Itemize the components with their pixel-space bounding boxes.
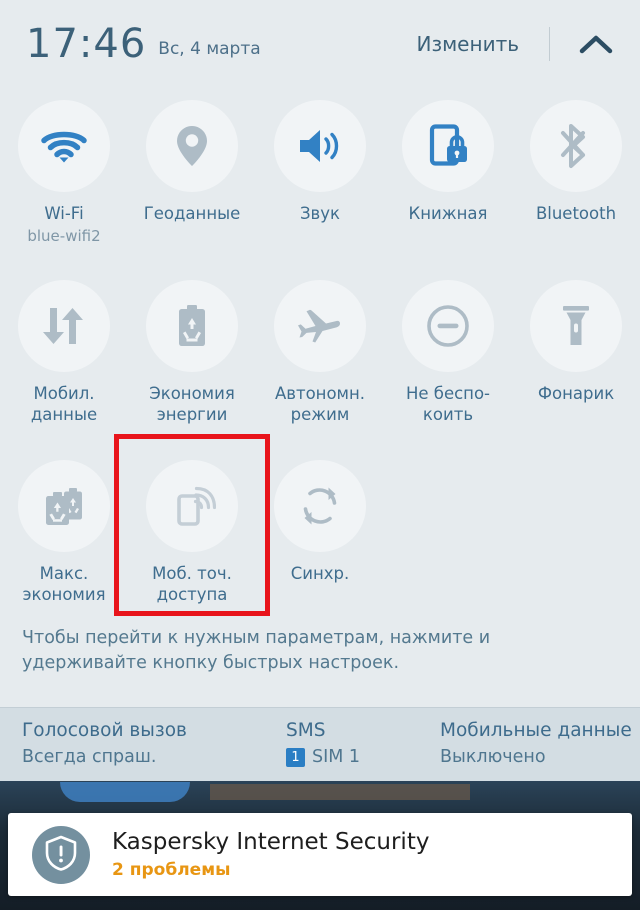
location-pin-icon (172, 122, 212, 170)
tile-label: Автономн. режим (274, 384, 366, 424)
tile-circle (402, 280, 494, 372)
tile-label: Макс. экономия (22, 564, 106, 604)
sim-voice-title: Голосовой вызов (22, 720, 187, 741)
tile-circle (146, 100, 238, 192)
sim-sms-title: SMS (286, 720, 326, 741)
tile-circle (18, 460, 110, 552)
tile-label: Геоданные (143, 204, 241, 223)
max-battery-saver-icon (40, 483, 88, 529)
notification-body: Kaspersky Internet Security 2 проблемы (112, 828, 429, 882)
quick-settings-row: Мобил. данные Экономия энергии Автономн.… (0, 272, 640, 452)
tile-circle (18, 280, 110, 372)
tile-label: Не беспо- коить (405, 384, 491, 424)
edit-button[interactable]: Изменить (417, 32, 520, 56)
tile-label: Звук (299, 204, 341, 223)
tile-label: Экономия энергии (149, 384, 235, 424)
shield-alert-icon (44, 834, 78, 876)
sim-sms[interactable]: SMS 1 SIM 1 (286, 718, 440, 781)
tile-max-battery-saver[interactable]: Макс. экономия (0, 452, 128, 632)
tile-circle (530, 100, 622, 192)
wallpaper-blob (60, 782, 190, 802)
portrait-lock-icon (425, 122, 471, 170)
tile-sublabel: blue-wifi2 (27, 227, 101, 245)
tile-circle (274, 280, 366, 372)
notification-title: Kaspersky Internet Security (112, 828, 430, 855)
sim-badge: 1 (286, 747, 305, 767)
sim-sms-value: 1 SIM 1 (286, 744, 440, 770)
tile-circle (274, 460, 366, 552)
tile-bluetooth[interactable]: Bluetooth (512, 92, 640, 272)
quick-settings-row: Макс. экономия Моб. точ. доступа Синхр. (0, 452, 640, 632)
tile-location[interactable]: Геоданные (128, 92, 256, 272)
battery-saver-icon (174, 302, 210, 350)
tile-circle (146, 460, 238, 552)
tile-portrait-lock[interactable]: Книжная (384, 92, 512, 272)
date-label: Вс, 4 марта (158, 39, 261, 59)
notification-card[interactable]: Kaspersky Internet Security 2 проблемы (8, 813, 632, 896)
tile-empty (384, 452, 512, 632)
sim-voice-call[interactable]: Голосовой вызов Всегда спраш. (22, 718, 286, 781)
status-header: 17:46 Вс, 4 марта Изменить (0, 0, 640, 88)
bluetooth-icon (559, 122, 593, 170)
tile-circle (146, 280, 238, 372)
volume-icon (296, 125, 344, 167)
clock: 17:46 (26, 21, 147, 67)
notification-subtitle: 2 проблемы (112, 859, 231, 880)
sim-data-title: Мобильные данные (440, 720, 632, 741)
wallpaper-strip (210, 784, 470, 800)
tile-circle (402, 100, 494, 192)
sim-status-bar: Голосовой вызов Всегда спраш. SMS 1 SIM … (0, 707, 640, 781)
mobile-data-icon (40, 304, 88, 348)
sim-data-value: Выключено (440, 747, 546, 767)
tile-flashlight[interactable]: Фонарик (512, 272, 640, 452)
tile-sync[interactable]: Синхр. (256, 452, 384, 632)
do-not-disturb-icon (425, 303, 471, 349)
tile-label: Фонарик (537, 384, 615, 403)
tile-sound[interactable]: Звук (256, 92, 384, 272)
app-icon (32, 825, 90, 884)
sim-sms-value-text: SIM 1 (312, 747, 361, 767)
tile-label: Книжная (408, 204, 488, 223)
tile-do-not-disturb[interactable]: Не беспо- коить (384, 272, 512, 452)
header-actions: Изменить (417, 27, 640, 61)
tile-airplane-mode[interactable]: Автономн. режим (256, 272, 384, 452)
hint-text: Чтобы перейти к нужным параметрам, нажми… (22, 628, 491, 673)
mobile-hotspot-icon (168, 482, 216, 530)
tile-label: Синхр. (290, 564, 350, 583)
chevron-up-icon[interactable] (576, 30, 616, 58)
quick-settings-grid: Wi-Fi blue-wifi2 Геоданные Звук Книжная … (0, 88, 640, 632)
quick-settings-row: Wi-Fi blue-wifi2 Геоданные Звук Книжная … (0, 92, 640, 272)
flashlight-icon (559, 302, 593, 350)
header-divider (549, 27, 550, 61)
tile-label: Мобил. данные (30, 384, 98, 424)
wifi-icon (40, 126, 88, 166)
tile-circle (18, 100, 110, 192)
tile-battery-saver[interactable]: Экономия энергии (128, 272, 256, 452)
sim-voice-value: Всегда спраш. (22, 747, 157, 767)
tile-circle (530, 280, 622, 372)
tile-label: Моб. точ. доступа (152, 564, 232, 604)
tile-mobile-data[interactable]: Мобил. данные (0, 272, 128, 452)
tile-circle (274, 100, 366, 192)
quick-settings-panel: 17:46 Вс, 4 марта Изменить Wi-Fi blue-wi… (0, 0, 640, 910)
tile-mobile-hotspot[interactable]: Моб. точ. доступа (128, 452, 256, 632)
tile-wifi[interactable]: Wi-Fi blue-wifi2 (0, 92, 128, 272)
sync-icon (297, 483, 343, 529)
tile-empty (512, 452, 640, 632)
tile-label: Bluetooth (535, 204, 617, 223)
sim-mobile-data[interactable]: Мобильные данные Выключено (440, 718, 640, 781)
airplane-icon (295, 303, 345, 349)
tile-label: Wi-Fi (44, 204, 84, 223)
